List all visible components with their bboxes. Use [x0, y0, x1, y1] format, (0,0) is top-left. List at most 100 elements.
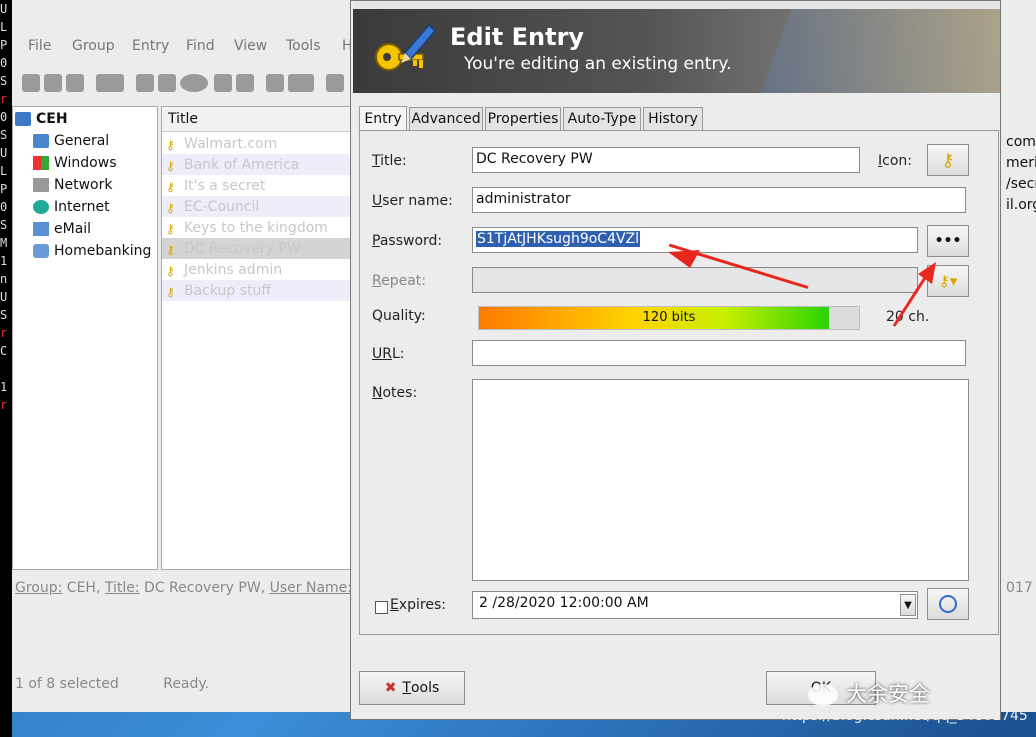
list-item[interactable]: ⚷ It's a secret	[162, 175, 350, 196]
status-ready: Ready.	[163, 676, 210, 692]
repeat-label: Repeat:	[372, 273, 427, 289]
sync-icon[interactable]	[96, 74, 124, 92]
terminal-line: r	[0, 92, 8, 106]
menu-view[interactable]: View	[234, 38, 267, 54]
delete-entry-icon[interactable]	[180, 74, 208, 92]
menu-tools[interactable]: Tools	[286, 38, 321, 54]
menu-find[interactable]: Find	[186, 38, 215, 54]
tab-entry[interactable]: Entry	[359, 106, 407, 131]
terminal-line: L	[0, 164, 8, 178]
tab-history[interactable]: History	[643, 107, 703, 130]
copy-password-icon[interactable]	[236, 74, 254, 92]
key-pencil-icon	[375, 23, 437, 71]
username-field[interactable]: administrator	[472, 187, 966, 213]
url-field[interactable]	[472, 340, 966, 366]
watermark-text: 大余安全	[808, 678, 930, 708]
network-icon	[33, 178, 49, 192]
status-bar: 1 of 8 selected Ready.	[15, 676, 209, 692]
autotype-icon[interactable]	[288, 74, 314, 92]
key-icon: ⚷	[166, 263, 175, 278]
key-icon: ⚷	[166, 242, 175, 257]
show-password-button[interactable]: •••	[927, 225, 969, 257]
windows-icon	[33, 156, 49, 170]
tree-item-network[interactable]: Network	[33, 174, 112, 196]
terminal-line: 1	[0, 380, 8, 394]
date-dropdown-button[interactable]: ▼	[900, 594, 916, 616]
edit-entry-icon[interactable]	[158, 74, 176, 92]
quality-label: Quality:	[372, 308, 426, 324]
tab-properties[interactable]: Properties	[485, 107, 561, 130]
chevron-down-icon: ▼	[904, 599, 912, 611]
group-label[interactable]: Group:	[15, 580, 62, 596]
password-label: Password:	[372, 233, 443, 249]
tree-item-email[interactable]: eMail	[33, 218, 91, 240]
terminal-line: U	[0, 290, 8, 304]
key-icon: ⚷	[941, 149, 955, 171]
title-field[interactable]: DC Recovery PW	[472, 147, 860, 173]
key-icon: ⚷	[166, 284, 175, 299]
banner-decoration	[747, 9, 1000, 93]
group-tree: CEH General Windows Network Internet eMa…	[12, 106, 158, 570]
menu-group[interactable]: Group	[72, 38, 115, 54]
list-right-edge: com merica /secre il.org 017 1	[998, 0, 1036, 712]
key-icon: ⚷	[166, 179, 175, 194]
copy-user-icon[interactable]	[214, 74, 232, 92]
tree-item-homebanking[interactable]: Homebanking	[33, 240, 151, 262]
menu-file[interactable]: File	[28, 38, 51, 54]
new-db-icon[interactable]	[22, 74, 40, 92]
title-label[interactable]: Title:	[105, 580, 140, 596]
email-icon	[33, 222, 49, 236]
dialog-banner: Edit Entry You're editing an existing en…	[353, 9, 1000, 93]
clipped-cell: il.org	[1006, 197, 1036, 213]
tree-item-general[interactable]: General	[33, 130, 109, 152]
username-label[interactable]: User Name:	[270, 580, 352, 596]
tab-auto-type[interactable]: Auto-Type	[563, 107, 641, 130]
open-icon[interactable]	[44, 74, 62, 92]
expires-label: Expires:	[390, 597, 446, 613]
tools-button[interactable]: ✖ Tools	[359, 671, 465, 705]
icon-label: Icon:	[878, 153, 912, 169]
dialog-title: Edit Entry	[450, 23, 585, 51]
menu-bar: File Group Entry Find View Tools H	[12, 30, 372, 64]
list-item[interactable]: ⚷ Keys to the kingdom	[162, 217, 350, 238]
password-generator-button[interactable]: ⚷▾	[927, 265, 969, 297]
watermark-url: https://blog.csdn.net/qq_34801745	[782, 708, 1028, 724]
tree-item-internet[interactable]: Internet	[33, 196, 110, 218]
save-icon[interactable]	[66, 74, 84, 92]
tab-advanced[interactable]: Advanced	[409, 107, 483, 130]
wechat-icon	[808, 684, 838, 706]
list-header-title[interactable]: Title	[162, 107, 350, 132]
clipped-cell: /secre	[1006, 176, 1036, 192]
key-icon: ⚷	[166, 221, 175, 236]
terminal-line: 0	[0, 110, 8, 124]
find-icon[interactable]	[266, 74, 284, 92]
menu-entry[interactable]: Entry	[132, 38, 169, 54]
list-item[interactable]: ⚷ Backup stuff	[162, 280, 350, 301]
key-icon: ⚷	[166, 200, 175, 215]
terminal-line: S	[0, 308, 8, 322]
terminal-line: 0	[0, 56, 8, 70]
icon-picker-button[interactable]: ⚷	[927, 144, 969, 176]
terminal-line: 0	[0, 200, 8, 214]
list-item[interactable]: ⚷ Walmart.com	[162, 133, 350, 154]
list-item[interactable]: ⚷ Bank of America	[162, 154, 350, 175]
expiry-presets-button[interactable]	[927, 588, 969, 620]
terminal-line: C	[0, 344, 8, 358]
expires-checkbox[interactable]	[375, 601, 388, 614]
list-item-selected[interactable]: ⚷ DC Recovery PW	[162, 238, 350, 259]
terminal-line: r	[0, 398, 8, 412]
expires-date-field[interactable]: 2 /28/2020 12:00:00 AM	[472, 591, 918, 619]
lock-icon[interactable]	[326, 74, 344, 92]
notes-textarea[interactable]	[472, 379, 969, 581]
terminal-line: S	[0, 74, 8, 88]
add-entry-icon[interactable]	[136, 74, 154, 92]
list-item[interactable]: ⚷ Jenkins admin	[162, 259, 350, 280]
generator-icon: ⚷▾	[938, 272, 958, 290]
username-label: User name:	[372, 193, 453, 209]
tree-root-ceh[interactable]: CEH	[15, 108, 68, 130]
tree-item-windows[interactable]: Windows	[33, 152, 117, 174]
repeat-password-field[interactable]	[472, 267, 918, 293]
list-item[interactable]: ⚷ EC-Council	[162, 196, 350, 217]
edit-entry-dialog: Edit Entry You're editing an existing en…	[350, 0, 1001, 720]
password-field[interactable]: S1TjAtJHKsugh9oC4VZl	[472, 227, 918, 253]
